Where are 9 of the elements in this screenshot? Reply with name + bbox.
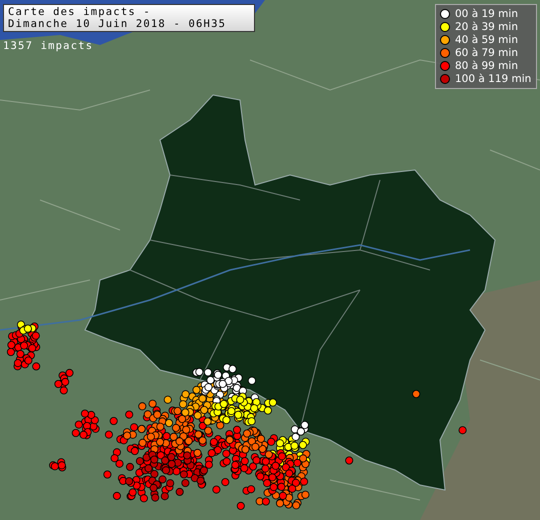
map-title: Dimanche 10 Juin 2018 - 06H35: [8, 18, 228, 30]
impact-count: 1357 impacts: [3, 40, 94, 52]
map-title: Carte des impacts -: [8, 6, 152, 18]
legend-label: 40 à 59 min: [455, 34, 518, 46]
legend-label: 80 à 99 min: [455, 60, 518, 72]
legend-label: 60 à 79 min: [455, 47, 518, 59]
legend-label: 00 à 19 min: [455, 8, 518, 20]
legend-label: 100 à 119 min: [455, 73, 532, 85]
legend-label: 20 à 39 min: [455, 21, 518, 33]
